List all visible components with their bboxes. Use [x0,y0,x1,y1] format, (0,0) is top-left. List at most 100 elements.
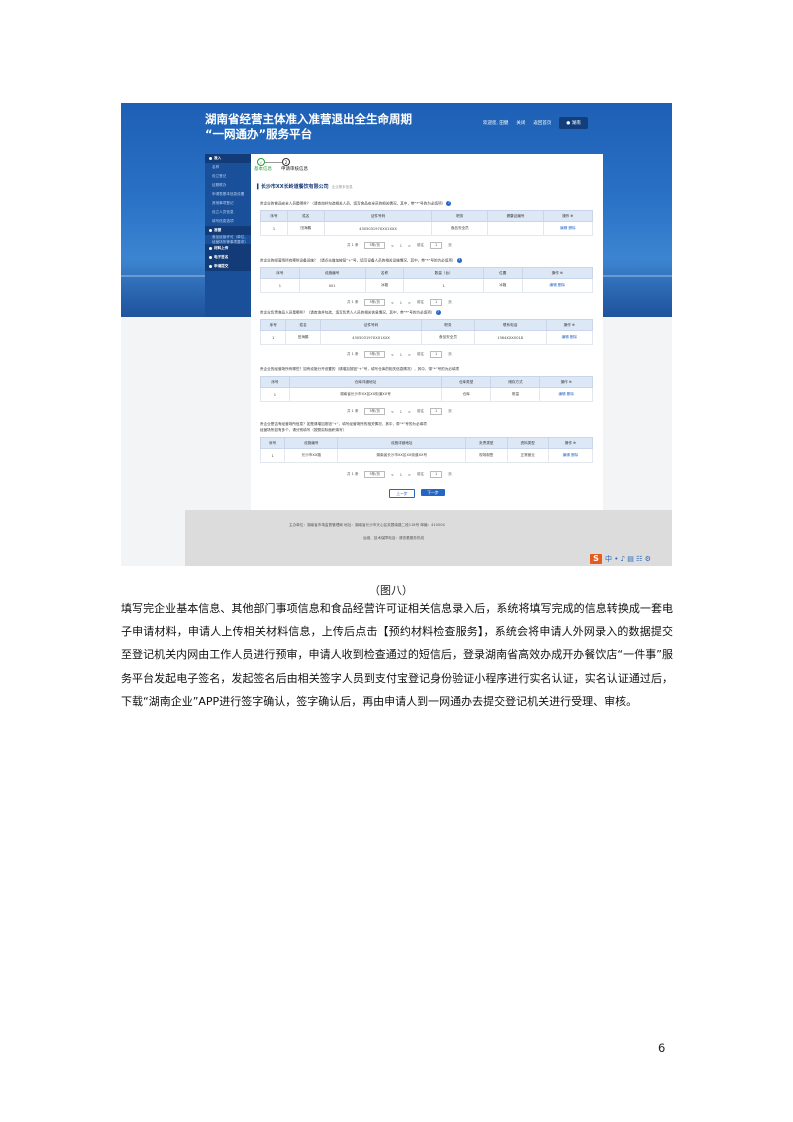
column-header: 操作 ⊕ [545,319,594,331]
sidebar-item[interactable]: 申请提交 [205,262,251,271]
row-actions[interactable]: 编辑 删除 [547,448,594,463]
pager-go-page[interactable]: 1 [429,242,443,249]
pager-prev[interactable]: < [391,301,394,305]
table-cell: 仓库 [441,387,492,402]
column-header: 负责类型 [465,437,508,449]
step-1-circle: ✓ [257,158,265,166]
row-actions[interactable]: 编辑 删除 [542,221,594,236]
sidebar-item[interactable]: 电子签名 [205,253,251,262]
table-cell: 1 [259,221,289,236]
pager-unit: 页 [448,300,452,304]
bullet-icon [209,247,212,250]
pager-size[interactable]: 5条/页 [364,408,385,415]
table-cell: 田海鹏 [285,330,321,345]
pager-page[interactable]: 1 [400,473,402,477]
column-header: 序号 [260,376,290,388]
step-2-label[interactable]: 申请审核信息 [281,166,308,172]
pager-prev[interactable]: < [391,473,394,477]
pager-next[interactable]: > [408,410,411,414]
pager-size[interactable]: 5条/页 [364,351,385,358]
pager-go-page[interactable]: 1 [429,351,443,358]
ime-tool-icons[interactable]: 中 • ♪ ▤ ☷ ⚙ [605,554,651,564]
pager-size[interactable]: 5条/页 [364,471,385,478]
sidebar-item-label: 电子签名 [214,255,229,259]
column-header: 操作 ⊕ [539,376,593,388]
column-header: 健康证编号 [487,210,544,222]
table-header-row: 序号 姓名 证件号码 职务 健康证编号 操作 ⊕ [259,210,594,222]
pager-page[interactable]: 1 [400,244,402,248]
pager-goto: 前往 [416,300,424,304]
row-actions[interactable]: 编辑 删除 [539,387,593,402]
bullet-icon [209,157,212,160]
table-cell: 常温 [490,387,541,402]
table-cell: 1 [403,278,484,293]
table-cell: 食品安全员 [431,221,489,236]
table-responsible-staff: 序号 姓名 证件号码 职务 联系电话 操作 ⊕ 1 田海鹏 430503197XXX1XXX 食品… [259,319,594,345]
sidebar-item-label: 材料上传 [214,246,229,250]
pager-next[interactable]: > [408,353,411,357]
table-row: 1 田海鹏 430503197XXX1XXX 食品安全员 编辑 删除 [259,221,594,236]
page-number: 6 [658,1041,666,1055]
column-header: 证件号码 [319,319,423,331]
column-header: 职务 [421,319,475,331]
figure-caption: （图八） [369,584,413,597]
close-link[interactable]: 关闭 [516,120,525,126]
pager-unit: 页 [448,352,452,356]
pager-go-page[interactable]: 1 [429,299,443,306]
sidebar-item[interactable]: 准入 [205,154,251,163]
table-header-row: 序号 设施编号 名称 数量（台） 位置 操作 ⊕ [260,267,594,279]
table-cell: 1364XXXX018 [473,330,547,345]
row-actions[interactable]: 编辑 删除 [545,330,594,345]
sidebar-item[interactable]: 食品经营许可（单位、经营场所等事项要求） [205,235,251,244]
sidebar-item[interactable]: 其他事项登记 [205,199,251,208]
region-selector[interactable]: ● 湖南 [559,117,588,129]
row-actions[interactable]: 编辑 删除 [521,278,594,293]
pagination-3: 共 1 条 5条/页 <1 > 前往 1 页 [347,351,452,358]
step-1-label[interactable]: 基本信息 [254,166,272,172]
column-header: 仓库详细地址 [288,376,443,388]
pagination-1: 共 1 条 5条/页 <1 > 前往 1 页 [347,242,452,249]
pager-size[interactable]: 5条/页 [364,242,385,249]
home-link[interactable]: 返回首页 [533,120,551,126]
pager-next[interactable]: > [408,244,411,248]
step-2-circle: 2 [282,158,290,166]
table-cell: 湖南省长沙市XX区XX街道XX号 [288,387,443,402]
sidebar-item[interactable]: 名称 [205,163,251,172]
column-header: 序号 [259,437,286,449]
sidebar-item-label: 设立人员信息 [212,210,234,214]
column-header: 姓名 [285,319,321,331]
pager-prev[interactable]: < [391,410,394,414]
form-panel: ✓ 2 基本信息 申请审核信息 ▍长沙市XX长岭道餐饮有限公司 企业基本信息 贵企… [251,154,603,512]
column-header: 操作 ⊕ [547,437,594,449]
column-header: 仓库类型 [441,376,492,388]
sidebar-item-label: 申请提交 [214,264,229,268]
sidebar-item[interactable]: 填写信息选项 [205,217,251,226]
site-title-line2: “一网通办”服务平台 [205,127,313,141]
body-paragraph: 填写完企业基本信息、其他部门事项信息和食品经营许可证相关信息录入后，系统将填写完… [121,602,673,708]
pager-prev[interactable]: < [391,244,394,248]
pager-next[interactable]: > [408,301,411,305]
sidebar-item[interactable]: 设立登记 [205,172,251,181]
sidebar-item[interactable]: 设立人员信息 [205,208,251,217]
table-cell: 湖南省长沙市XX区XX街道XX号 [337,448,467,463]
table-warehouse: 序号 仓库详细地址 仓库类型 储存方式 操作 ⊕ 1 湖南省长沙市XX区XX街道XX号 仓库常… [260,376,593,402]
help-icon: ? [435,310,441,315]
sidebar-item[interactable]: 材料上传 [205,244,251,253]
pager-go-page[interactable]: 1 [429,471,443,478]
next-step-button[interactable]: 下一步 [421,489,445,496]
pager-page[interactable]: 1 [400,301,402,305]
sogou-logo-icon[interactable]: S [590,554,602,564]
pager-prev[interactable]: < [391,353,394,357]
prev-step-button[interactable]: 上一步 [389,489,415,498]
question-1: 贵企业的食品安全人员是哪些？（请查询并勾选相关人员，填写食品安全员的相关情况，其… [260,201,452,206]
sidebar-item-label: 名称 [212,165,220,169]
pager-size[interactable]: 5条/页 [364,299,385,306]
sidebar-item[interactable]: 证照联办 [205,181,251,190]
column-header: 联系电话 [473,319,547,331]
pager-page[interactable]: 1 [400,353,402,357]
pager-total: 共 1 条 [347,472,359,476]
pager-go-page[interactable]: 1 [429,408,443,415]
pager-next[interactable]: > [408,473,411,477]
pager-page[interactable]: 1 [400,410,402,414]
sidebar-item[interactable]: 申请表基本信息设置 [205,190,251,199]
